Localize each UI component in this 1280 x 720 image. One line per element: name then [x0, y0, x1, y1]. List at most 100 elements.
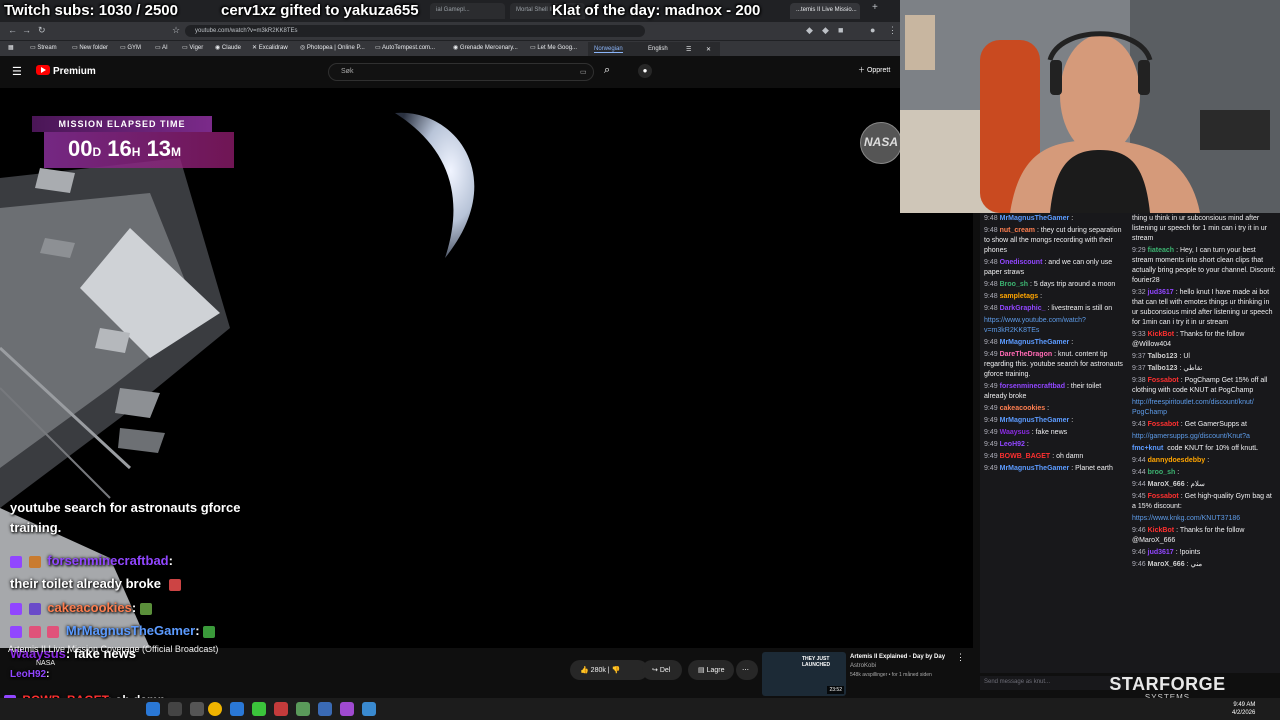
chat-username[interactable]: Fossabot [1148, 421, 1179, 428]
chat-username[interactable]: MrMagnusTheGamer [1000, 417, 1070, 424]
chrome-icon[interactable] [208, 702, 222, 716]
save-label: Lagre [706, 667, 725, 674]
translate-to-tab[interactable]: English [648, 46, 668, 52]
apps-icon[interactable]: ▦ [8, 44, 14, 51]
sub-badge-icon [28, 625, 41, 638]
overlay-chat-user: LeoH92 [10, 669, 47, 680]
translate-menu-icon[interactable]: ☰ [686, 46, 691, 53]
reload-icon[interactable]: ↻ [38, 25, 46, 36]
chat-username[interactable]: KickBot [1148, 527, 1174, 534]
chat-username[interactable]: dannydoesdebby [1148, 457, 1206, 464]
extension-icon[interactable]: ◆ [822, 25, 829, 36]
chat-username[interactable]: Talbo123 [1148, 365, 1178, 372]
bookmark-item[interactable]: ▭ Stream [30, 44, 57, 51]
chat-username[interactable]: MaroX_666 [1148, 481, 1185, 488]
chat-link[interactable]: http://gamersupps.gg/discount/Knut?a [1132, 433, 1250, 440]
chat-username[interactable]: MrMagnusTheGamer [1000, 215, 1070, 222]
app-icon[interactable] [318, 702, 332, 716]
chat-username[interactable]: MaroX_666 [1148, 561, 1185, 568]
menu-icon[interactable]: ⋮ [888, 25, 897, 36]
app-icon[interactable] [340, 702, 354, 716]
close-icon[interactable]: ✕ [706, 46, 711, 53]
windows-start-icon[interactable] [146, 702, 160, 716]
chat-text: : [1071, 417, 1074, 424]
chat-link[interactable]: https://www.youtube.com/watch?v=m3kR2KK8… [984, 317, 1086, 334]
system-clock[interactable]: 9:49 AM 4/2/2026 [1232, 701, 1255, 717]
translate-from-tab[interactable]: Norwegian [594, 46, 623, 53]
chat-username[interactable]: forsenminecraftbad [1000, 383, 1065, 390]
chat-username[interactable]: jud3617 [1148, 289, 1174, 296]
chat-username[interactable]: jud3617 [1148, 549, 1174, 556]
chat-message: 9:48 MrMagnusTheGamer: [980, 337, 1128, 349]
chat-timestamp: 9:49 [984, 429, 998, 436]
app-icon[interactable] [274, 702, 288, 716]
chat-username[interactable]: DarkGraphic_ [1000, 305, 1046, 312]
chat-username[interactable]: BOWB_BAGET [1000, 453, 1051, 460]
hamburger-icon[interactable]: ☰ [12, 65, 22, 78]
chat-username[interactable]: Onediscount [1000, 259, 1043, 266]
save-button[interactable]: ▤ Lagre [688, 660, 734, 680]
bookmark-star-icon[interactable]: ☆ [172, 25, 180, 36]
chat-link[interactable]: http://freespiritoutlet.com/discount/knu… [1132, 399, 1254, 416]
microphone-icon[interactable]: ● [638, 64, 652, 78]
forward-icon[interactable]: → [22, 25, 31, 35]
thumbnail-text: THEY JUST LAUNCHED [802, 656, 831, 668]
chat-username[interactable]: fmc+knut [1132, 445, 1163, 452]
chat-username[interactable]: sampletags [1000, 293, 1039, 300]
bookmark-item[interactable]: ✕ Excalidraw [252, 44, 288, 51]
youtube-logo-icon[interactable] [36, 65, 50, 75]
url-field[interactable]: youtube.com/watch?v=m3kR2KK8TEs [185, 25, 645, 37]
klat-text: Klat of the day: madnox - 200 [552, 2, 761, 19]
bookmark-item[interactable]: ▭ AutoTempest.com... [375, 44, 435, 51]
app-icon[interactable] [362, 702, 376, 716]
chat-username[interactable]: Fossabot [1148, 493, 1179, 500]
chat-username[interactable]: KickBot [1148, 331, 1174, 338]
chat-text: : Ul [1179, 353, 1190, 360]
app-icon[interactable] [296, 702, 310, 716]
bookmark-item[interactable]: ◉ Claude [215, 44, 241, 51]
task-view-icon[interactable] [190, 702, 204, 716]
app-icon[interactable] [252, 702, 266, 716]
bookmark-item[interactable]: ◉ Grenade Mercenary... [453, 44, 518, 51]
clock-days-unit: D [92, 145, 102, 159]
search-icon[interactable]: ⌕ [604, 64, 610, 77]
recommended-info[interactable]: Artemis II Explained - Day by Day AstroK… [850, 653, 970, 680]
back-icon[interactable]: ← [8, 25, 17, 35]
bookmark-item[interactable]: ▭ New folder [72, 44, 108, 51]
bookmark-item[interactable]: ◎ Photopea | Online P... [300, 44, 365, 51]
chat-username[interactable]: MrMagnusTheGamer [1000, 465, 1070, 472]
chat-username[interactable]: LeoH92 [1000, 441, 1025, 448]
chat-username[interactable]: MrMagnusTheGamer [1000, 339, 1070, 346]
chat-text: : [1177, 469, 1180, 476]
search-input[interactable]: Søk [328, 63, 594, 81]
chat-username[interactable]: DareTheDragon [1000, 351, 1053, 358]
chat-username[interactable]: Waaysus [1000, 429, 1030, 436]
like-button[interactable]: 👍 280k | 👎 [570, 660, 648, 680]
chat-username[interactable]: Talbo123 [1148, 353, 1178, 360]
bookmark-item[interactable]: ▭ AI [155, 44, 168, 51]
chat-username[interactable]: nut_cream [1000, 227, 1035, 234]
extension-icon[interactable]: ◆ [806, 25, 813, 36]
more-icon[interactable]: ⋯ [736, 660, 758, 680]
search-icon[interactable] [168, 702, 182, 716]
bookmark-item[interactable]: ▭ GYM [120, 44, 141, 51]
chat-username[interactable]: fiateach [1148, 247, 1174, 254]
channel-name[interactable]: NASA [36, 660, 55, 667]
chat-username[interactable]: Broo_sh [1000, 281, 1028, 288]
create-button[interactable]: ＋ Opprett [858, 65, 890, 75]
bookmark-item[interactable]: ▭ Let Me Goog... [530, 44, 577, 51]
recommended-thumbnail[interactable]: THEY JUST LAUNCHED 23:52 [762, 652, 846, 696]
keyboard-icon[interactable]: ▭ [580, 68, 587, 76]
chat-username[interactable]: broo_sh [1148, 469, 1176, 476]
chat-username[interactable]: Fossabot [1148, 377, 1179, 384]
more-options-icon[interactable]: ⋮ [956, 652, 965, 663]
bookmark-item[interactable]: ▭ Viger [182, 44, 203, 51]
edge-icon[interactable] [230, 702, 244, 716]
youtube-premium-label[interactable]: Premium [53, 66, 96, 77]
chat-username[interactable]: cakeacookies [1000, 405, 1046, 412]
profile-icon[interactable]: ● [870, 25, 875, 35]
chat-link[interactable]: https://www.knkg.com/KNUT37186 [1132, 515, 1240, 522]
extension-icon[interactable]: ■ [838, 25, 843, 35]
share-button[interactable]: ↪ Del [642, 660, 682, 680]
bookmark-label: GYM [127, 45, 142, 51]
